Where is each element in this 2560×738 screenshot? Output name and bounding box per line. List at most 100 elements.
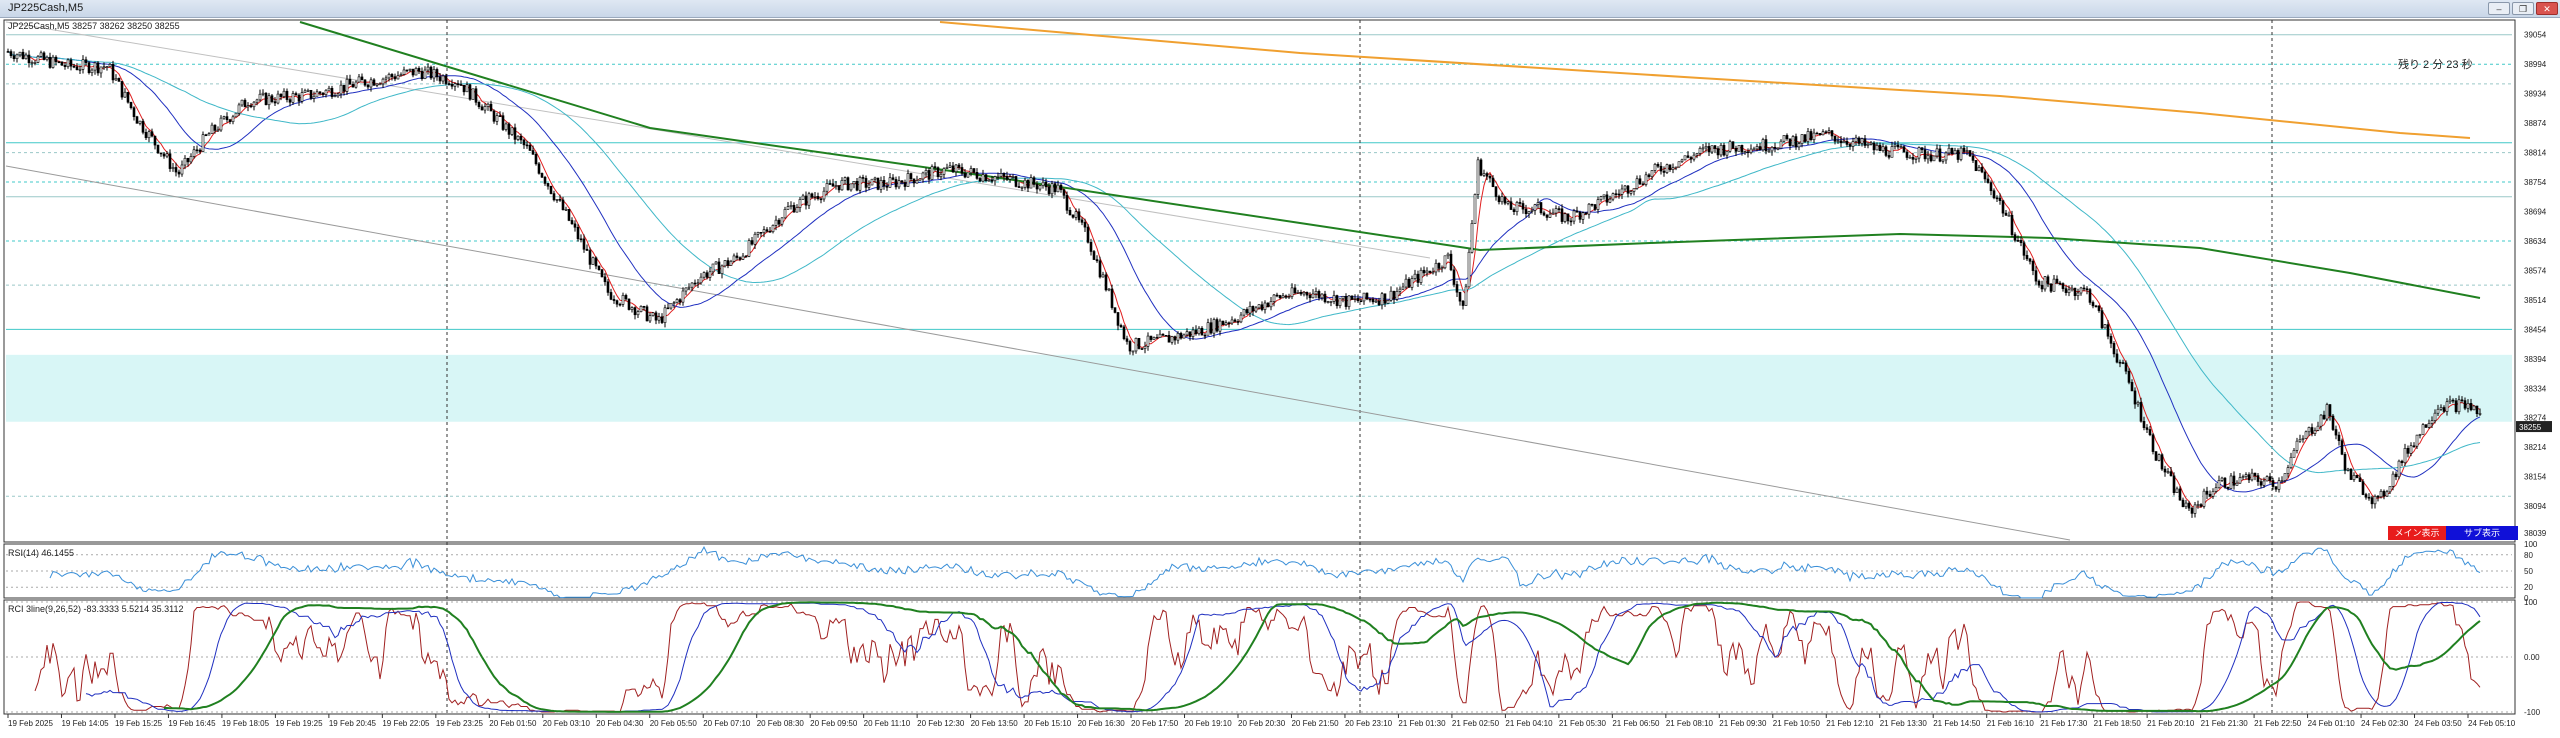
candle-body xyxy=(2040,284,2044,290)
time-tick: 21 Feb 06:50 xyxy=(1612,719,1660,728)
sub-display-button[interactable]: サブ表示 xyxy=(2446,526,2518,540)
candle-body xyxy=(2010,214,2014,235)
candle-body xyxy=(1380,293,1384,306)
candle-body xyxy=(969,168,973,174)
candle-body xyxy=(1521,203,1525,210)
candle-body xyxy=(981,174,985,182)
candle-body xyxy=(1743,151,1747,153)
candle-body xyxy=(702,272,706,278)
minimize-button[interactable]: – xyxy=(2488,2,2510,15)
candle-body xyxy=(1401,286,1405,290)
candle-body xyxy=(1455,284,1459,293)
candle-body xyxy=(2154,451,2158,461)
candle-body xyxy=(1359,300,1363,303)
candle-body xyxy=(1818,133,1822,136)
candle-body xyxy=(1308,294,1312,299)
candle-body xyxy=(90,69,94,73)
candle-body xyxy=(852,181,856,185)
candle-body xyxy=(819,198,823,201)
candle-body xyxy=(1314,290,1318,295)
candle-body xyxy=(855,181,859,191)
rci-tick: 0.00 xyxy=(2524,653,2540,662)
time-tick: 24 Feb 03:50 xyxy=(2415,719,2463,728)
candle-body xyxy=(1578,211,1582,220)
candle-body xyxy=(516,135,520,140)
candle-body xyxy=(2034,270,2038,282)
candle-body xyxy=(1410,278,1414,288)
chart-window[interactable]: 39054 38994 38934 38874 38814 38754 38694 38634… xyxy=(0,18,2560,733)
window-titlebar: JP225Cash,M5 – ❐ ✕ xyxy=(0,0,2560,18)
candle-body xyxy=(1617,193,1621,196)
candle-body xyxy=(603,276,607,283)
candle-body xyxy=(558,199,562,201)
candle-body xyxy=(966,172,970,178)
candle-body xyxy=(1347,295,1351,307)
time-tick: 20 Feb 17:50 xyxy=(1131,719,1179,728)
candle-body xyxy=(147,131,151,139)
candle-body xyxy=(177,171,181,175)
time-tick: 20 Feb 15:10 xyxy=(1024,719,1072,728)
candle-body xyxy=(1227,322,1231,325)
candle-body xyxy=(678,299,682,303)
candle-body xyxy=(1488,176,1492,179)
candle-body xyxy=(1212,319,1216,334)
candle-body xyxy=(2118,361,2122,364)
price-tick: 38039 xyxy=(2524,529,2547,538)
candle-body xyxy=(609,292,613,300)
chart-canvas[interactable]: 39054 38994 38934 38874 38814 38754 38694 38634… xyxy=(0,18,2560,733)
candle-body xyxy=(1707,146,1711,153)
candle-body xyxy=(81,59,85,70)
candle-body xyxy=(219,117,223,131)
time-tick: 24 Feb 02:30 xyxy=(2361,719,2409,728)
candle-body xyxy=(285,90,289,100)
time-tick: 20 Feb 03:10 xyxy=(543,719,591,728)
candle-body xyxy=(1263,302,1267,310)
candle-body xyxy=(432,69,436,79)
candle-body xyxy=(1938,148,1942,162)
time-tick: 20 Feb 12:30 xyxy=(917,719,965,728)
candle-body xyxy=(888,177,892,188)
candle-body xyxy=(873,177,877,180)
main-display-button[interactable]: メイン表示 xyxy=(2388,526,2446,540)
time-tick: 21 Feb 14:50 xyxy=(1933,719,1981,728)
candle-body xyxy=(1302,291,1306,295)
candle-body xyxy=(1383,293,1387,304)
candle-body xyxy=(468,84,472,100)
candle-body xyxy=(684,287,688,292)
candle-body xyxy=(1425,270,1429,274)
candle-body xyxy=(654,312,658,321)
candle-body xyxy=(1941,159,1945,162)
rci-panel xyxy=(3,599,2516,715)
candle-body xyxy=(1278,295,1282,299)
candle-body xyxy=(1845,140,1849,145)
candle-body xyxy=(489,103,493,112)
candle-body xyxy=(1968,150,1972,157)
candle-body xyxy=(693,282,697,285)
candle-body xyxy=(828,183,832,185)
candle-body xyxy=(153,135,157,146)
candle-body xyxy=(2442,407,2446,412)
rsi-tick: 20 xyxy=(2524,583,2533,592)
candle-body xyxy=(822,190,826,200)
candle-body xyxy=(747,240,751,257)
candle-body xyxy=(2112,343,2116,355)
candle-body xyxy=(1629,191,1633,194)
candle-body xyxy=(915,180,919,184)
candle-body xyxy=(1869,142,1873,145)
close-button[interactable]: ✕ xyxy=(2536,2,2558,15)
candle-body xyxy=(1731,141,1735,149)
candle-body xyxy=(405,69,409,72)
candle-body xyxy=(1947,147,1951,154)
candle-body xyxy=(1509,201,1513,210)
candle-body xyxy=(483,106,487,111)
candle-body xyxy=(1068,209,1072,216)
candle-body xyxy=(264,92,268,106)
candle-body xyxy=(315,91,319,97)
candle-body xyxy=(1749,148,1753,153)
candle-body xyxy=(2469,403,2473,411)
candle-body xyxy=(1098,260,1102,278)
candle-body xyxy=(186,157,190,163)
restore-button[interactable]: ❐ xyxy=(2512,2,2534,15)
candle-body xyxy=(789,205,793,207)
candle-body xyxy=(231,116,235,123)
